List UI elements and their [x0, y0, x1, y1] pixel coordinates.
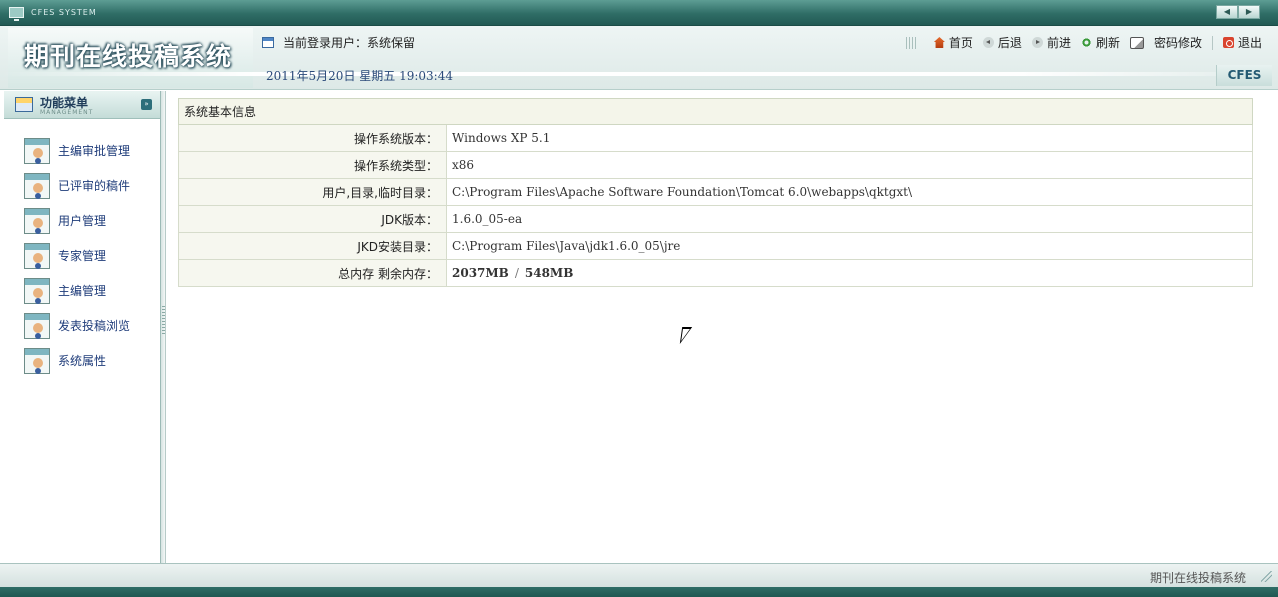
row-key: JDK版本： [178, 205, 447, 233]
sidebar-splitter[interactable] [161, 91, 166, 563]
back-link[interactable]: 后退 [982, 34, 1022, 51]
main-content: 系统基本信息 操作系统版本： Windows XP 5.1 操作系统类型： x8… [167, 91, 1272, 563]
table-row: JDK版本： 1.6.0_05-ea [178, 205, 1253, 233]
sidebar-item-label: 主编审批管理 [58, 144, 131, 158]
power-icon [1222, 37, 1234, 48]
status-bar: 期刊在线投稿系统 [0, 563, 1278, 587]
table-row: 操作系统版本： Windows XP 5.1 [178, 124, 1253, 152]
next-arrow-button[interactable]: ▶ [1238, 5, 1260, 19]
logo-title: 期刊在线投稿系统 [24, 42, 233, 71]
date-time: 2011年5月20日 星期五 19:03:44 [266, 69, 453, 83]
window-titlebar: CFES SYSTEM ◀ ▶ [0, 0, 1278, 26]
system-info-table: 系统基本信息 操作系统版本： Windows XP 5.1 操作系统类型： x8… [178, 98, 1253, 287]
sidebar: 功能菜单 MANAGEMENT » 主编审批管理 已评审的稿件 用户管理 专家管… [4, 91, 161, 563]
forward-icon [1031, 37, 1043, 48]
current-user-label: 当前登录用户：系统保留 [283, 36, 416, 50]
refresh-icon [1080, 37, 1092, 48]
computer-icon [9, 7, 24, 21]
change-password-label: 密码修改 [1153, 36, 1202, 50]
top-nav: 首页 后退 前进 刷新 密码修改 退出 [905, 34, 1262, 51]
row-key: JKD安装目录： [178, 232, 447, 260]
table-row: 操作系统类型： x86 [178, 151, 1253, 179]
back-icon [982, 37, 994, 48]
user-icon [24, 172, 50, 199]
row-value: 1.6.0_05-ea [446, 205, 1253, 233]
sidebar-item-editor-management[interactable]: 主编管理 [4, 273, 160, 308]
row-key: 操作系统类型： [178, 151, 447, 179]
edit-icon [1129, 36, 1144, 49]
footer-text: 期刊在线投稿系统 [1149, 571, 1246, 585]
memory-separator: / [514, 266, 519, 280]
user-icon [24, 137, 50, 164]
user-icon [24, 312, 50, 339]
sidebar-item-label: 用户管理 [58, 214, 107, 228]
table-row-memory: 总内存 剩余内存： 2037MB / 548MB [178, 259, 1253, 287]
collapse-icon[interactable]: » [141, 99, 152, 110]
page-header: 期刊在线投稿系统 当前登录用户：系统保留 首页 后退 前进 刷新 密码修改 退出… [0, 26, 1278, 90]
sidebar-subtitle: MANAGEMENT [40, 109, 94, 116]
sidebar-item-label: 专家管理 [58, 249, 107, 263]
nav-divider [1211, 35, 1213, 50]
sidebar-menu: 主编审批管理 已评审的稿件 用户管理 专家管理 主编管理 发表投稿浏览 系统属性 [4, 119, 160, 378]
total-memory: 2037MB [452, 266, 509, 280]
splitter-handle[interactable] [162, 306, 165, 336]
row-key: 总内存 剩余内存： [178, 259, 447, 287]
home-label: 首页 [948, 36, 973, 50]
sidebar-item-editor-approval[interactable]: 主编审批管理 [4, 133, 160, 168]
forward-link[interactable]: 前进 [1031, 34, 1071, 51]
menu-icon [15, 97, 33, 112]
table-row: 用户,目录,临时目录： C:\Program Files\Apache Soft… [178, 178, 1253, 206]
logout-link[interactable]: 退出 [1222, 34, 1262, 51]
row-value: C:\Program Files\Java\jdk1.6.0_05\jre [446, 232, 1253, 260]
user-icon [24, 347, 50, 374]
row-value: x86 [446, 151, 1253, 179]
home-link[interactable]: 首页 [933, 34, 973, 51]
table-row: JKD安装目录： C:\Program Files\Java\jdk1.6.0_… [178, 232, 1253, 260]
free-memory: 548MB [524, 266, 574, 280]
resize-grip-icon[interactable] [1261, 571, 1272, 582]
sidebar-item-label: 已评审的稿件 [58, 179, 131, 193]
system-label: CFES SYSTEM [31, 8, 97, 17]
sidebar-item-reviewed-manuscripts[interactable]: 已评审的稿件 [4, 168, 160, 203]
toolbar-grip-icon [905, 36, 918, 49]
home-icon [933, 37, 945, 48]
row-value: Windows XP 5.1 [446, 124, 1253, 152]
sidebar-item-expert-management[interactable]: 专家管理 [4, 238, 160, 273]
logout-label: 退出 [1237, 36, 1262, 50]
table-title: 系统基本信息 [178, 98, 1253, 125]
sidebar-item-label: 主编管理 [58, 284, 107, 298]
user-icon [24, 242, 50, 269]
sidebar-item-published-browse[interactable]: 发表投稿浏览 [4, 308, 160, 343]
sidebar-item-system-properties[interactable]: 系统属性 [4, 343, 160, 378]
prev-arrow-button[interactable]: ◀ [1216, 5, 1238, 19]
sidebar-item-user-management[interactable]: 用户管理 [4, 203, 160, 238]
memory-value: 2037MB / 548MB [446, 259, 1253, 287]
window-icon [262, 37, 274, 48]
brand-tag: CFES [1216, 65, 1272, 86]
current-user-row: 当前登录用户：系统保留 [262, 34, 415, 51]
row-key: 用户,目录,临时目录： [178, 178, 447, 206]
user-icon [24, 207, 50, 234]
window-bottom-edge [0, 587, 1278, 597]
user-icon [24, 277, 50, 304]
refresh-label: 刷新 [1095, 36, 1120, 50]
back-label: 后退 [997, 36, 1022, 50]
row-key: 操作系统版本： [178, 124, 447, 152]
sidebar-item-label: 系统属性 [58, 354, 107, 368]
change-password-link[interactable]: 密码修改 [1129, 34, 1202, 51]
window-arrows: ◀ ▶ [1216, 5, 1260, 19]
sidebar-header: 功能菜单 MANAGEMENT » [4, 91, 160, 119]
refresh-link[interactable]: 刷新 [1080, 34, 1120, 51]
sidebar-item-label: 发表投稿浏览 [58, 319, 131, 333]
row-value: C:\Program Files\Apache Software Foundat… [446, 178, 1253, 206]
forward-label: 前进 [1046, 36, 1071, 50]
